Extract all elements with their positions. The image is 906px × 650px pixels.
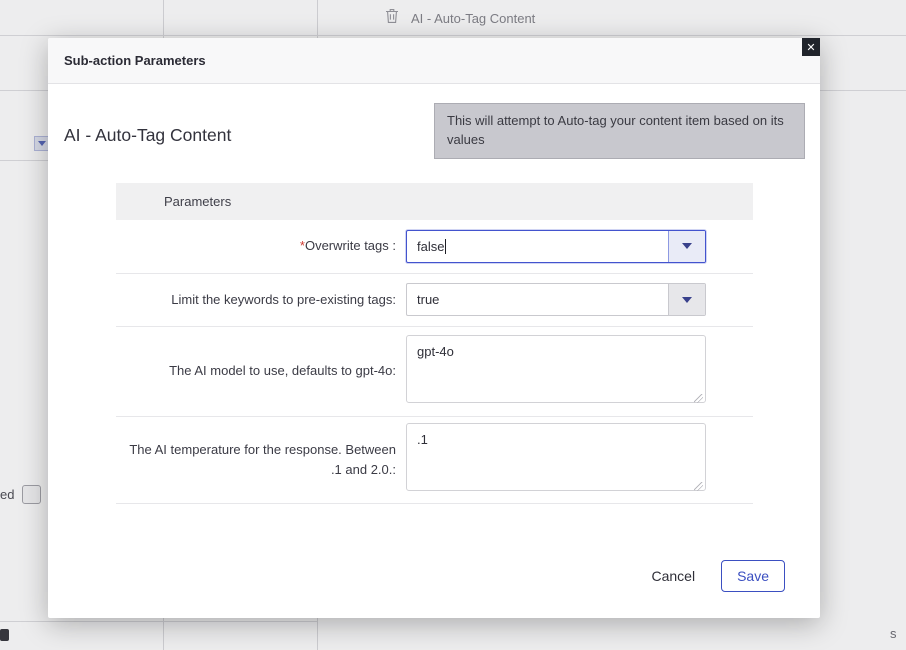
field-row-temperature: The AI temperature for the response. Bet… (116, 417, 753, 504)
chevron-down-icon (682, 243, 692, 249)
field-label: Limit the keywords to pre-existing tags: (116, 290, 396, 310)
dropdown-button[interactable] (668, 231, 705, 262)
dialog-title-row: AI - Auto-Tag Content This will attempt … (64, 103, 805, 159)
info-message: This will attempt to Auto-tag your conte… (434, 103, 805, 159)
ai-model-textarea[interactable]: gpt-4o (406, 335, 706, 403)
field-label: *Overwrite tags : (116, 236, 396, 256)
field-label: The AI model to use, defaults to gpt-4o: (116, 361, 396, 381)
dialog-header-title: Sub-action Parameters (64, 53, 206, 68)
select-value: false (417, 239, 444, 254)
limit-keywords-select[interactable]: true (406, 283, 706, 316)
chevron-down-icon (682, 297, 692, 303)
select-value: true (407, 284, 668, 315)
dialog-header: Sub-action Parameters ✕ (48, 38, 820, 84)
close-icon[interactable]: ✕ (802, 38, 820, 56)
dropdown-button[interactable] (668, 284, 705, 315)
field-row-ai-model: The AI model to use, defaults to gpt-4o:… (116, 327, 753, 417)
temperature-textarea[interactable]: .1 (406, 423, 706, 491)
cancel-button[interactable]: Cancel (651, 568, 695, 584)
field-row-limit-keywords: Limit the keywords to pre-existing tags:… (116, 274, 753, 327)
overwrite-tags-select[interactable]: false (406, 230, 706, 263)
dialog-footer: Cancel Save (48, 560, 785, 592)
page: AI - Auto-Tag Content ed s Sub-action Pa… (0, 0, 906, 650)
field-label: The AI temperature for the response. Bet… (116, 440, 396, 479)
page-title: AI - Auto-Tag Content (64, 125, 231, 146)
field-row-overwrite-tags: *Overwrite tags : false (116, 220, 753, 274)
save-button[interactable]: Save (721, 560, 785, 592)
text-cursor (445, 239, 446, 254)
parameters-section-header: Parameters (116, 183, 753, 220)
sub-action-parameters-dialog: Sub-action Parameters ✕ AI - Auto-Tag Co… (48, 38, 820, 618)
parameters-section: Parameters *Overwrite tags : false Limit… (116, 183, 753, 504)
